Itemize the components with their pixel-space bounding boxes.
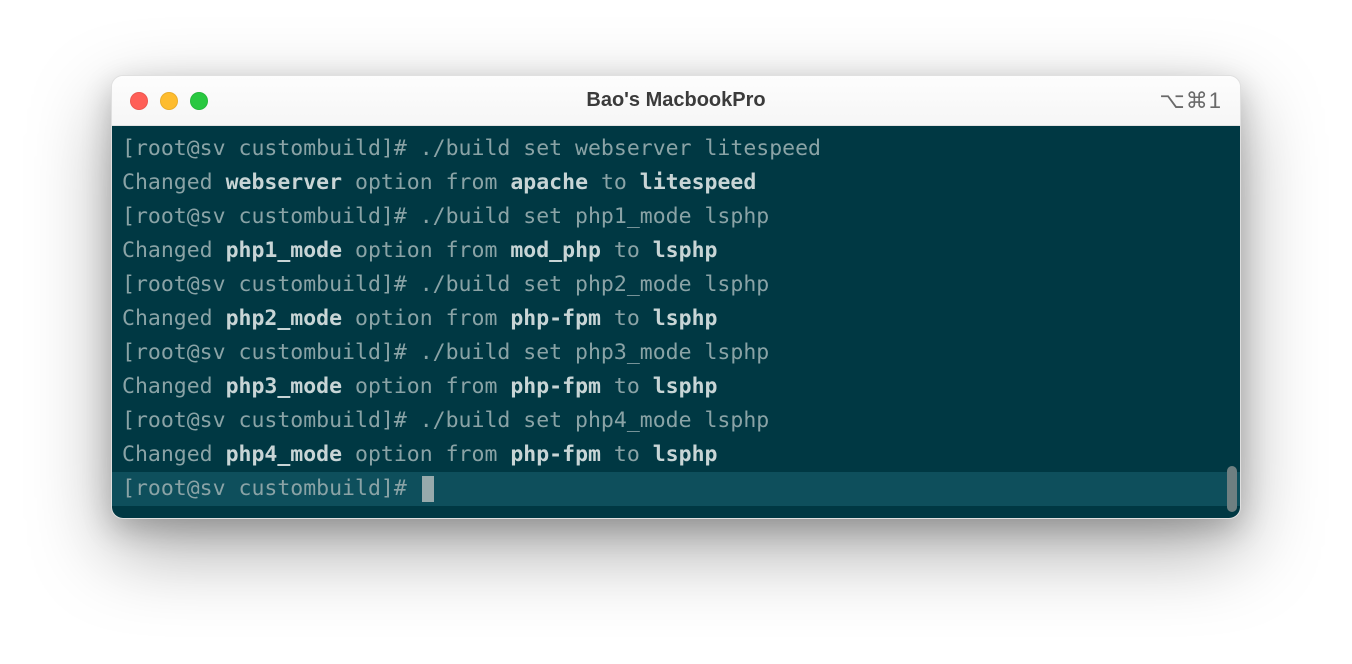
command: ./build set php1_mode lsphp bbox=[420, 200, 770, 234]
terminal-window: Bao's MacbookPro ⌥⌘1 [root@sv custombuil… bbox=[111, 75, 1241, 519]
prompt: [root@sv custombuild]# bbox=[122, 336, 420, 370]
terminal-line: [root@sv custombuild]# ./build set webse… bbox=[122, 132, 1230, 166]
output-text: Changed bbox=[122, 166, 226, 200]
terminal-active-line[interactable]: [root@sv custombuild]# bbox=[112, 472, 1240, 506]
output-bold: php1_mode bbox=[226, 234, 343, 268]
close-icon[interactable] bbox=[130, 92, 148, 110]
output-bold: php-fpm bbox=[510, 438, 601, 472]
terminal-line: [root@sv custombuild]# ./build set php3_… bbox=[122, 336, 1230, 370]
output-text: to bbox=[601, 370, 653, 404]
output-text: Changed bbox=[122, 370, 226, 404]
prompt: [root@sv custombuild]# bbox=[122, 132, 420, 166]
output-text: to bbox=[601, 438, 653, 472]
command: ./build set webserver litespeed bbox=[420, 132, 821, 166]
prompt: [root@sv custombuild]# bbox=[122, 268, 420, 302]
output-text: option from bbox=[342, 302, 510, 336]
prompt: [root@sv custombuild]# bbox=[122, 472, 420, 506]
terminal-line: Changed php3_mode option from php-fpm to… bbox=[122, 370, 1230, 404]
output-text: to bbox=[601, 234, 653, 268]
terminal-line: Changed php4_mode option from php-fpm to… bbox=[122, 438, 1230, 472]
window-title: Bao's MacbookPro bbox=[586, 89, 765, 112]
output-bold: webserver bbox=[226, 166, 343, 200]
output-bold: litespeed bbox=[640, 166, 757, 200]
output-bold: lsphp bbox=[653, 302, 718, 336]
output-bold: lsphp bbox=[653, 438, 718, 472]
terminal-line: Changed php1_mode option from mod_php to… bbox=[122, 234, 1230, 268]
terminal-line: [root@sv custombuild]# ./build set php2_… bbox=[122, 268, 1230, 302]
terminal-line: Changed php2_mode option from php-fpm to… bbox=[122, 302, 1230, 336]
titlebar[interactable]: Bao's MacbookPro ⌥⌘1 bbox=[112, 76, 1240, 126]
command: ./build set php3_mode lsphp bbox=[420, 336, 770, 370]
maximize-icon[interactable] bbox=[190, 92, 208, 110]
output-bold: php3_mode bbox=[226, 370, 343, 404]
output-bold: mod_php bbox=[510, 234, 601, 268]
command: ./build set php4_mode lsphp bbox=[420, 404, 770, 438]
output-bold: php4_mode bbox=[226, 438, 343, 472]
output-text: Changed bbox=[122, 302, 226, 336]
terminal-content[interactable]: [root@sv custombuild]# ./build set webse… bbox=[112, 132, 1240, 506]
output-text: Changed bbox=[122, 234, 226, 268]
output-bold: lsphp bbox=[653, 370, 718, 404]
prompt: [root@sv custombuild]# bbox=[122, 404, 420, 438]
output-text: option from bbox=[342, 438, 510, 472]
terminal-line: [root@sv custombuild]# ./build set php4_… bbox=[122, 404, 1230, 438]
terminal-body[interactable]: [root@sv custombuild]# ./build set webse… bbox=[112, 126, 1240, 518]
scrollbar-track[interactable] bbox=[1227, 132, 1237, 512]
cursor-icon bbox=[422, 476, 434, 502]
command: ./build set php2_mode lsphp bbox=[420, 268, 770, 302]
terminal-line: Changed webserver option from apache to … bbox=[122, 166, 1230, 200]
output-text: to bbox=[601, 302, 653, 336]
output-text: Changed bbox=[122, 438, 226, 472]
shortcut-indicator: ⌥⌘1 bbox=[1159, 88, 1222, 114]
output-text: to bbox=[588, 166, 640, 200]
terminal-line: [root@sv custombuild]# ./build set php1_… bbox=[122, 200, 1230, 234]
minimize-icon[interactable] bbox=[160, 92, 178, 110]
output-text: option from bbox=[342, 166, 510, 200]
scrollbar-thumb[interactable] bbox=[1227, 466, 1237, 512]
output-bold: php2_mode bbox=[226, 302, 343, 336]
output-text: option from bbox=[342, 234, 510, 268]
output-bold: php-fpm bbox=[510, 302, 601, 336]
output-bold: lsphp bbox=[653, 234, 718, 268]
output-bold: apache bbox=[510, 166, 588, 200]
output-text: option from bbox=[342, 370, 510, 404]
output-bold: php-fpm bbox=[510, 370, 601, 404]
prompt: [root@sv custombuild]# bbox=[122, 200, 420, 234]
traffic-lights bbox=[130, 92, 208, 110]
